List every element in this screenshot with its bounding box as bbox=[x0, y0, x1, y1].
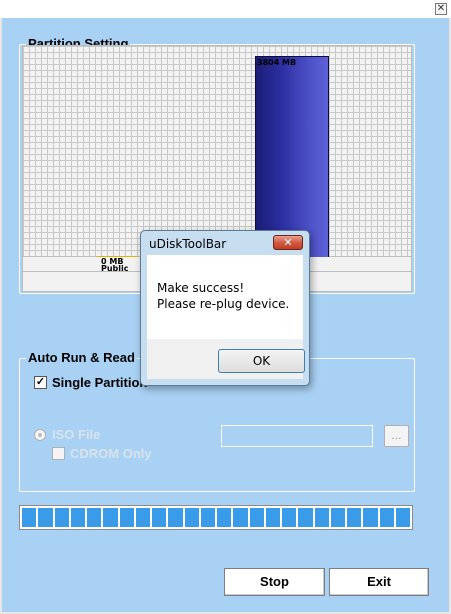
progress-segment bbox=[298, 508, 313, 527]
secure-partition-size-label: 3804 MB bbox=[257, 58, 297, 67]
progress-segment bbox=[184, 508, 199, 527]
progress-segment bbox=[87, 508, 102, 527]
progress-segment bbox=[200, 508, 215, 527]
progress-segment bbox=[347, 508, 362, 527]
progress-segment bbox=[395, 508, 410, 527]
single-partition-checkbox[interactable]: ✓ bbox=[34, 376, 47, 389]
progress-segment bbox=[103, 508, 118, 527]
progress-segment bbox=[38, 508, 53, 527]
stop-button[interactable]: Stop bbox=[224, 568, 325, 596]
progress-segment bbox=[135, 508, 150, 527]
progress-segment bbox=[363, 508, 378, 527]
exit-button[interactable]: Exit bbox=[329, 568, 429, 596]
progress-segment bbox=[330, 508, 345, 527]
cdrom-only-label: CDROM Only bbox=[70, 446, 152, 461]
progress-segment bbox=[217, 508, 232, 527]
iso-file-label: ISO File bbox=[52, 427, 101, 442]
message-dialog: uDiskToolBar ✕ Make success! Please re-p… bbox=[140, 230, 310, 386]
progress-segment bbox=[152, 508, 167, 527]
browse-button[interactable]: ... bbox=[384, 425, 409, 447]
dialog-message-line2: Please re-plug device. bbox=[157, 297, 290, 311]
secure-partition-bar[interactable] bbox=[255, 56, 329, 258]
dialog-content: Make success! Please re-plug device. bbox=[147, 255, 303, 339]
iso-path-input[interactable] bbox=[221, 425, 373, 447]
title-bar: ✕ bbox=[0, 0, 451, 18]
iso-file-radio[interactable] bbox=[34, 429, 46, 441]
progress-segment bbox=[54, 508, 69, 527]
progress-segment bbox=[233, 508, 248, 527]
auto-run-read-title: Auto Run & Read bbox=[26, 350, 137, 365]
dialog-message-line1: Make success! bbox=[157, 281, 245, 295]
progress-segment bbox=[168, 508, 183, 527]
udisk-tool-window: ✕ Partition Setting 3804 MB 0 MB Public … bbox=[0, 0, 451, 614]
progress-segment bbox=[314, 508, 329, 527]
dialog-ok-button[interactable]: OK bbox=[218, 349, 305, 373]
progress-bar bbox=[19, 505, 413, 530]
single-partition-label: Single Partition bbox=[52, 375, 148, 390]
window-frame-left bbox=[0, 18, 2, 614]
progress-segment bbox=[22, 508, 37, 527]
dialog-footer: OK bbox=[147, 339, 305, 379]
progress-segment bbox=[70, 508, 85, 527]
progress-segment bbox=[265, 508, 280, 527]
checkmark-icon: ✓ bbox=[35, 376, 46, 388]
partition-chart: 3804 MB bbox=[22, 45, 412, 258]
dialog-close-icon[interactable]: ✕ bbox=[273, 235, 303, 250]
progress-segment bbox=[119, 508, 134, 527]
progress-segment bbox=[379, 508, 394, 527]
dialog-title: uDiskToolBar bbox=[149, 237, 227, 251]
cdrom-only-checkbox[interactable] bbox=[52, 447, 65, 460]
progress-segment bbox=[249, 508, 264, 527]
progress-segment bbox=[282, 508, 297, 527]
window-close-icon[interactable]: ✕ bbox=[435, 3, 447, 15]
